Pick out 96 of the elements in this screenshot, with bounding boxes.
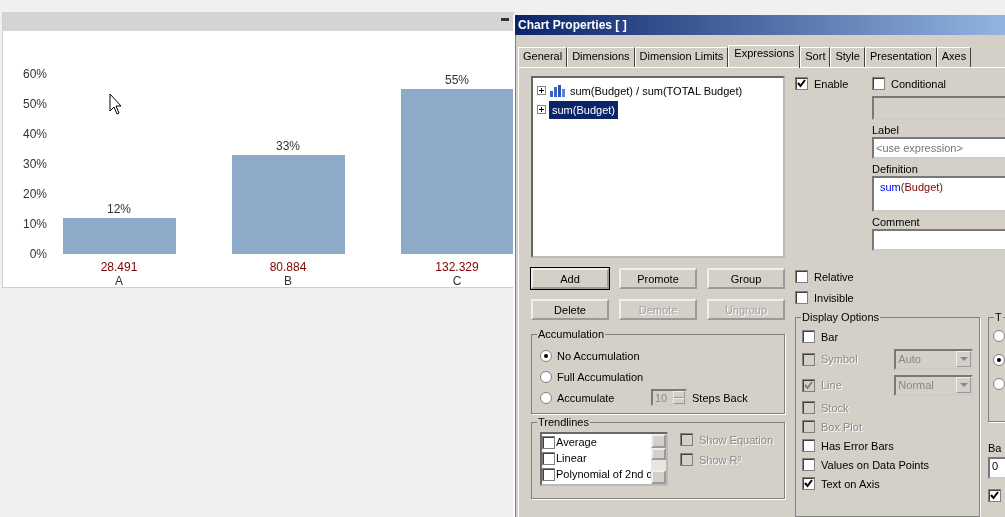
checkbox[interactable] xyxy=(542,467,555,481)
field-caption: Definition xyxy=(872,163,919,176)
checkbox-label: Enable xyxy=(814,77,849,90)
code-token: Budget xyxy=(904,181,940,193)
tab[interactable]: Dimension Limits xyxy=(634,47,729,67)
code-token: sum xyxy=(880,181,901,193)
tab[interactable]: Sort xyxy=(800,47,831,67)
caret-icon xyxy=(959,383,968,387)
checkbox-label: Bar xyxy=(821,330,839,343)
axis-tick-label: 60% xyxy=(22,67,47,81)
checkmark-icon xyxy=(804,380,813,390)
group-title: Trendlines xyxy=(537,416,590,428)
checkbox[interactable] xyxy=(802,439,815,452)
checkbox-label: Text on Axis xyxy=(821,477,880,490)
field-caption: Comment xyxy=(872,216,921,229)
caret-icon xyxy=(959,357,968,361)
checkbox-label: Values on Data Points xyxy=(821,458,930,471)
category-label: C xyxy=(452,274,462,287)
radio-label: No Accumulation xyxy=(557,349,641,362)
checkbox-label: Show Equation xyxy=(699,433,773,446)
bar-chart-icon xyxy=(549,84,565,97)
code-token: ( xyxy=(900,181,905,193)
dialog-button[interactable]: Group xyxy=(707,268,785,289)
checkbox[interactable] xyxy=(802,330,815,343)
axis-value-label: 28.491 xyxy=(100,260,138,274)
checkbox-label: Box Plot xyxy=(821,420,862,433)
steps-label: Steps Back xyxy=(692,391,748,404)
radio-button[interactable] xyxy=(993,378,1005,390)
radio-button[interactable] xyxy=(993,330,1005,342)
tab[interactable]: Axes xyxy=(936,47,972,67)
checkbox-label: Show R² xyxy=(699,453,742,466)
expand-icon[interactable] xyxy=(537,86,546,95)
checkbox-label: Symbol xyxy=(821,353,859,365)
comment-field[interactable] xyxy=(872,229,1005,251)
tab[interactable]: General xyxy=(518,47,568,67)
tab[interactable]: Style xyxy=(830,47,865,67)
value-label: 33% xyxy=(276,139,300,153)
code-token: ) xyxy=(939,181,943,193)
radio-button[interactable] xyxy=(540,349,552,362)
field-caption: Label xyxy=(872,124,900,137)
checkbox[interactable] xyxy=(542,451,555,465)
field-caption: Ba xyxy=(988,442,1003,455)
checkbox[interactable] xyxy=(802,477,815,490)
axis-value-label: 80.884 xyxy=(269,260,307,274)
expression-item[interactable]: sum(Budget) / sum(TOTAL Budget) xyxy=(568,83,745,98)
checkbox[interactable] xyxy=(795,291,808,304)
axis-value-label: 132.329 xyxy=(435,260,479,274)
radio-button[interactable] xyxy=(540,370,552,383)
dialog-title: Chart Properties [ ] xyxy=(518,18,627,32)
radio-button[interactable] xyxy=(993,354,1005,366)
radio-label: Full Accumulation xyxy=(557,370,644,383)
axis-tick-label: 40% xyxy=(22,127,47,141)
category-label: A xyxy=(115,274,123,287)
checkbox-label: Has Error Bars xyxy=(821,439,894,452)
scrollbar[interactable] xyxy=(651,434,666,484)
category-label: B xyxy=(284,274,292,287)
dialog-button[interactable]: Promote xyxy=(619,268,697,289)
checkbox-label: Conditional xyxy=(891,77,947,90)
axis-tick-label: 10% xyxy=(22,217,47,231)
input-field[interactable]: 0 xyxy=(988,457,1005,479)
value-label: 12% xyxy=(107,202,131,216)
checkbox[interactable] xyxy=(988,489,1001,502)
checkbox[interactable] xyxy=(872,77,885,90)
checkbox[interactable] xyxy=(795,270,808,283)
checkbox[interactable] xyxy=(542,435,555,449)
checkbox[interactable] xyxy=(795,77,808,90)
label-input-field[interactable]: <use expression> xyxy=(872,137,1005,159)
group-title: T xyxy=(994,311,1003,323)
dialog-button[interactable]: Delete xyxy=(531,299,609,320)
dialog-button[interactable]: Add xyxy=(531,268,609,289)
group-title: Display Options xyxy=(801,311,881,323)
radio-button[interactable] xyxy=(540,391,552,404)
cursor-icon xyxy=(109,93,122,115)
tab[interactable]: Presentation xyxy=(864,47,937,67)
tab[interactable]: Expressions xyxy=(728,45,801,68)
axis-tick-label: 20% xyxy=(22,187,47,201)
axis-tick-label: 0% xyxy=(29,247,47,261)
checkbox-label: Relative xyxy=(814,270,854,283)
checkbox-label: Stock xyxy=(821,401,849,414)
value-label: 55% xyxy=(445,73,469,87)
trendline-label: Average xyxy=(556,436,597,448)
checkmark-icon xyxy=(990,491,999,500)
checkbox-label: Invisible xyxy=(814,291,854,304)
expand-icon[interactable] xyxy=(537,105,546,114)
tab[interactable]: Dimensions xyxy=(567,47,635,67)
checkmark-icon xyxy=(804,479,813,488)
trendline-label: Linear xyxy=(556,452,587,464)
definition-field[interactable]: sum(Budget) xyxy=(872,176,1005,212)
checkmark-icon xyxy=(797,79,806,88)
axis-tick-label: 30% xyxy=(22,157,47,171)
group-title: Accumulation xyxy=(537,328,606,340)
checkbox[interactable] xyxy=(802,458,815,471)
checkbox-label: Line xyxy=(821,379,843,391)
axis-tick-label: 50% xyxy=(22,97,47,111)
radio-label: Accumulate xyxy=(557,391,616,404)
expression-item[interactable]: sum(Budget) xyxy=(549,100,618,119)
